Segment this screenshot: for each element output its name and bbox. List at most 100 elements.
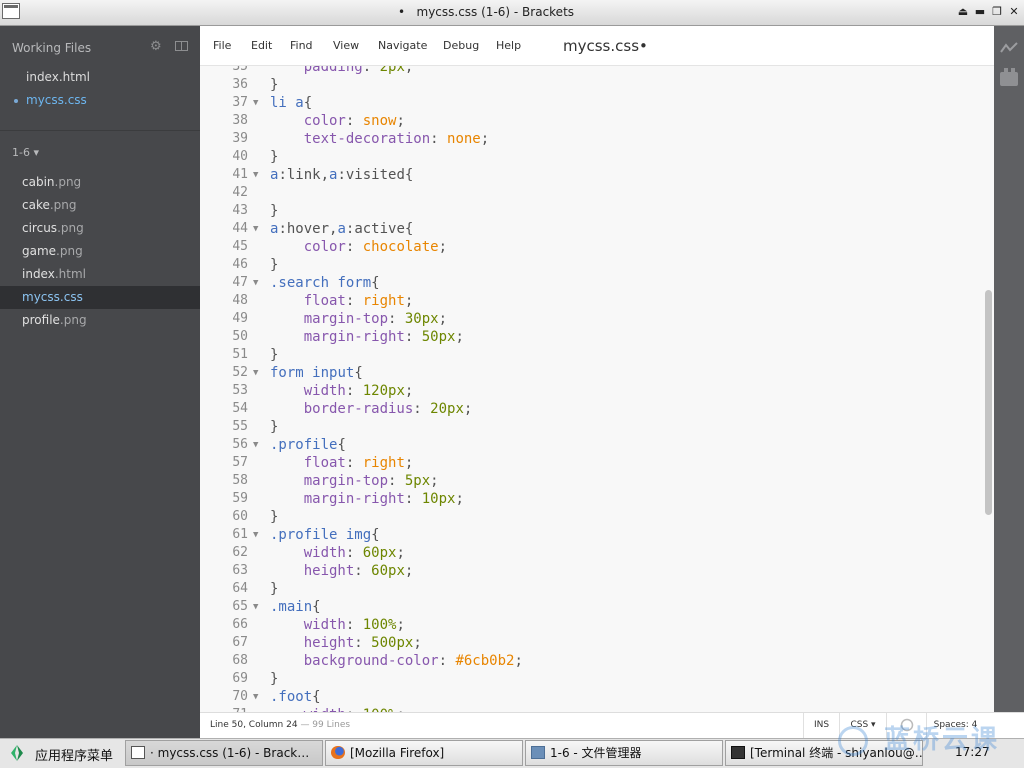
code-line[interactable]: 67 height: 500px; [200, 634, 980, 652]
project-file-profile[interactable]: profile.png [0, 309, 200, 332]
code-line[interactable]: 60} [200, 508, 980, 526]
code-token: ; [404, 563, 414, 579]
insert-mode-toggle[interactable]: INS [803, 713, 839, 738]
code-line[interactable]: 56 ▼ .profile{ [200, 436, 980, 454]
code-line[interactable]: 66 width: 100%; [200, 616, 980, 634]
menu-edit[interactable]: Edit [251, 39, 272, 52]
code-editor[interactable]: 35 padding: 2px; 36} 37 ▼ li a{38 color: sno… [200, 66, 994, 712]
app-menu-button[interactable]: 应用程序菜单 [35, 745, 113, 764]
editor-scrollbar-thumb[interactable] [985, 290, 992, 515]
file-ext: .png [56, 244, 83, 258]
line-number: 53 [232, 383, 248, 398]
split-view-icon[interactable] [175, 41, 188, 51]
code-line[interactable]: 64} [200, 580, 980, 598]
cursor-position[interactable]: Line 50, Column 24 — 99 Lines [210, 720, 350, 730]
code-token: background-color [303, 653, 439, 669]
code-line[interactable]: 42 [200, 184, 980, 202]
project-file-circus[interactable]: circus.png [0, 217, 200, 240]
code-line[interactable]: 61 ▼ .profile img{ [200, 526, 980, 544]
fold-arrow-icon[interactable]: ▼ [253, 364, 258, 382]
working-file-mycss-css[interactable]: mycss.css [0, 89, 200, 111]
code-line[interactable]: 54 border-radius: 20px; [200, 400, 980, 418]
shade-icon[interactable]: ⏏ [955, 4, 971, 20]
code-line[interactable]: 70 ▼ .foot{ [200, 688, 980, 706]
project-file-game[interactable]: game.png [0, 240, 200, 263]
code-line[interactable]: 50 margin-right: 50px; [200, 328, 980, 346]
menu-view[interactable]: View [333, 39, 359, 52]
code-line[interactable]: 35 padding: 2px; [200, 66, 980, 76]
code-token: :active{ [345, 221, 414, 237]
code-line[interactable]: 57 float: right; [200, 454, 980, 472]
code-line[interactable]: 48 float: right; [200, 292, 980, 310]
code-line[interactable]: 40} [200, 148, 980, 166]
code-line[interactable]: 46} [200, 256, 980, 274]
code-text: padding: 2px; [270, 66, 414, 76]
live-preview-icon[interactable] [1000, 41, 1018, 55]
code-line[interactable]: 62 width: 60px; [200, 544, 980, 562]
code-line[interactable]: 63 height: 60px; [200, 562, 980, 580]
menu-find[interactable]: Find [290, 39, 313, 52]
project-dropdown[interactable]: 1-6 ▾ [12, 146, 39, 159]
extension-manager-icon[interactable] [1000, 68, 1018, 86]
app-menu-icon[interactable] [8, 744, 26, 762]
project-file-cake[interactable]: cake.png [0, 194, 200, 217]
line-number: 48 [232, 293, 248, 308]
window-titlebar[interactable]: • mycss.css (1-6) - Brackets ⏏ ▬ ❐ ✕ [0, 0, 1024, 26]
code-line[interactable]: 53 width: 120px; [200, 382, 980, 400]
code-line[interactable]: 44 ▼ a:hover,a:active{ [200, 220, 980, 238]
task-brackets[interactable]: · mycss.css (1-6) - Brack… [125, 740, 323, 766]
code-line[interactable]: 41 ▼ a:link,a:visited{ [200, 166, 980, 184]
gear-icon[interactable]: ⚙ [150, 40, 163, 53]
code-line[interactable]: 69} [200, 670, 980, 688]
file-base: profile [22, 313, 60, 327]
fold-arrow-icon[interactable]: ▼ [253, 526, 258, 544]
code-line[interactable]: 47 ▼ .search form{ [200, 274, 980, 292]
code-line[interactable]: 39 text-decoration: none; [200, 130, 980, 148]
sidebar-divider [0, 130, 200, 131]
maximize-icon[interactable]: ❐ [989, 4, 1005, 20]
code-line[interactable]: 59 margin-right: 10px; [200, 490, 980, 508]
code-token: { [371, 275, 380, 291]
file-ext: .png [49, 198, 77, 212]
menu-navigate[interactable]: Navigate [378, 39, 427, 52]
code-token: ; [396, 545, 405, 561]
minimize-icon[interactable]: ▬ [972, 4, 988, 20]
code-line[interactable]: 49 margin-top: 30px; [200, 310, 980, 328]
fold-arrow-icon[interactable]: ▼ [253, 436, 258, 454]
code-line[interactable]: 51} [200, 346, 980, 364]
project-file-index[interactable]: index.html [0, 263, 200, 286]
code-line[interactable]: 65 ▼ .main{ [200, 598, 980, 616]
task-firefox[interactable]: [Mozilla Firefox] [325, 740, 523, 766]
menubar: File Edit Find View Navigate Debug Help … [200, 26, 994, 66]
fold-arrow-icon[interactable]: ▼ [253, 688, 258, 706]
fold-arrow-icon[interactable]: ▼ [253, 274, 258, 292]
project-file-cabin[interactable]: cabin.png [0, 171, 200, 194]
task-file-manager[interactable]: 1-6 - 文件管理器 [525, 740, 723, 766]
fold-arrow-icon[interactable]: ▼ [253, 598, 258, 616]
code-line[interactable]: 55} [200, 418, 980, 436]
code-line[interactable]: 43} [200, 202, 980, 220]
working-file-index-html[interactable]: index.html [0, 66, 200, 88]
code-line[interactable]: 37 ▼ li a{ [200, 94, 980, 112]
line-number: 67 [232, 635, 248, 650]
menu-file[interactable]: File [213, 39, 231, 52]
code-line[interactable]: 45 color: chocolate; [200, 238, 980, 256]
close-icon[interactable]: ✕ [1006, 4, 1022, 20]
fold-arrow-icon[interactable]: ▼ [253, 220, 258, 238]
menu-help[interactable]: Help [496, 39, 521, 52]
code-line[interactable]: 58 margin-top: 5px; [200, 472, 980, 490]
fold-arrow-icon[interactable]: ▼ [253, 166, 258, 184]
code-line[interactable]: 36} [200, 76, 980, 94]
code-line[interactable]: 52 ▼ form input{ [200, 364, 980, 382]
code-line[interactable]: 38 color: snow; [200, 112, 980, 130]
fold-arrow-icon[interactable]: ▼ [253, 94, 258, 112]
project-file-mycss[interactable]: mycss.css [0, 286, 200, 309]
code-line[interactable]: 68 background-color: #6cb0b2; [200, 652, 980, 670]
code-token: a [337, 221, 346, 237]
window-menu-icon[interactable] [2, 3, 20, 19]
code-token: { [337, 437, 346, 453]
code-text: margin-top: 5px; [270, 472, 439, 490]
menu-debug[interactable]: Debug [443, 39, 479, 52]
